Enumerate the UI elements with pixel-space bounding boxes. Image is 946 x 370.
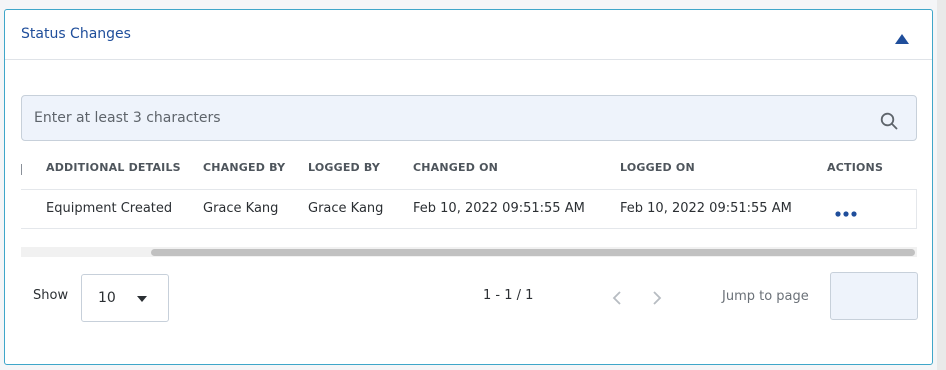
search-input[interactable] [22, 96, 872, 140]
pagination-range: 1 - 1 / 1 [483, 288, 534, 303]
search-icon[interactable] [880, 112, 898, 130]
status-table: ADDITIONAL DETAILS CHANGED BY LOGGED BY … [21, 152, 917, 257]
show-label: Show [33, 288, 69, 303]
column-header-changed-on[interactable]: CHANGED ON [413, 161, 498, 174]
column-header-actions: ACTIONS [827, 161, 884, 174]
column-header-additional-details[interactable]: ADDITIONAL DETAILS [46, 161, 181, 174]
cell-logged-by: Grace Kang [308, 201, 384, 216]
search-box [21, 95, 917, 141]
column-header-changed-by[interactable]: CHANGED BY [203, 161, 285, 174]
scrollbar-thumb[interactable] [151, 249, 915, 256]
horizontal-scrollbar[interactable] [21, 247, 917, 257]
jump-to-page-label: Jump to page [722, 289, 809, 304]
page-size-value: 10 [98, 290, 116, 306]
panel-title: Status Changes [21, 26, 131, 42]
panel-header: Status Changes [5, 10, 932, 60]
column-divider [21, 164, 22, 175]
status-changes-panel: Status Changes ADDITIONAL DETAILS CHANGE… [4, 9, 933, 365]
cell-logged-on: Feb 10, 2022 09:51:55 AM [620, 201, 792, 216]
cell-changed-on: Feb 10, 2022 09:51:55 AM [413, 201, 585, 216]
jump-to-page-input[interactable] [830, 272, 918, 320]
collapse-button[interactable] [894, 30, 910, 44]
column-header-logged-on[interactable]: LOGGED ON [620, 161, 695, 174]
chevron-right-icon [653, 291, 662, 305]
page-scrollbar[interactable] [937, 0, 946, 370]
row-actions-button[interactable] [833, 204, 863, 217]
more-horizontal-icon [835, 211, 857, 217]
column-header-logged-by[interactable]: LOGGED BY [308, 161, 380, 174]
chevron-left-icon [612, 291, 621, 305]
triangle-up-icon [895, 34, 909, 44]
caret-down-icon [137, 296, 147, 302]
table-row: Equipment Created Grace Kang Grace Kang … [21, 189, 917, 229]
cell-changed-by: Grace Kang [203, 201, 279, 216]
page-size-select[interactable]: 10 [81, 274, 169, 322]
next-page-button[interactable] [650, 290, 664, 306]
cell-additional-details: Equipment Created [46, 201, 173, 216]
previous-page-button[interactable] [610, 290, 624, 306]
